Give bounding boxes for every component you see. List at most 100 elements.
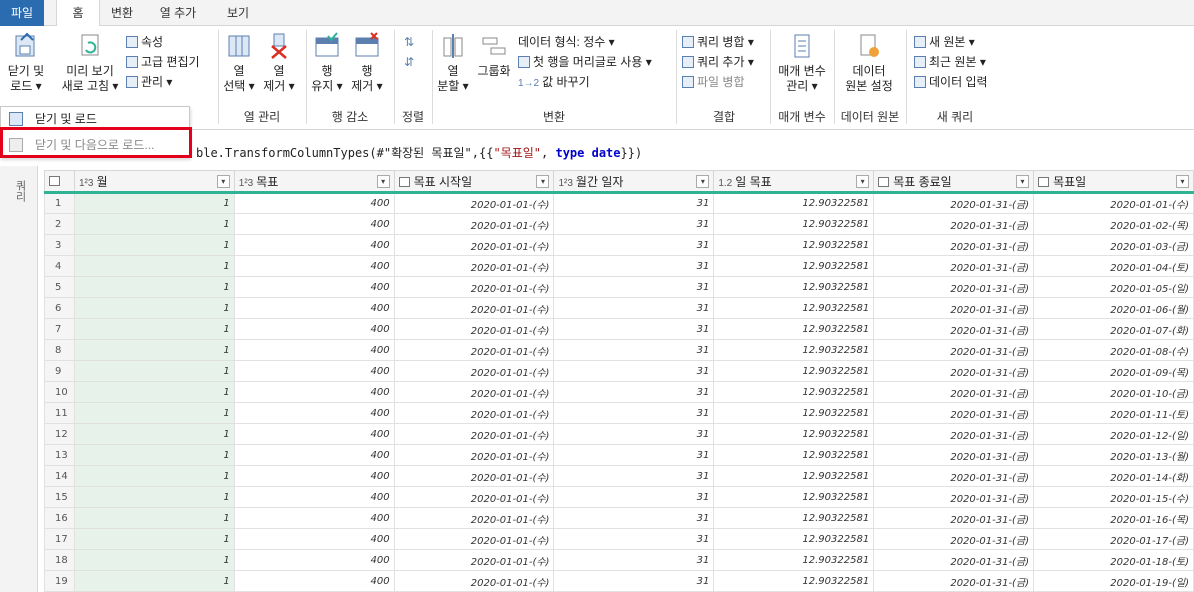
table-cell[interactable]: 31	[553, 276, 715, 298]
table-cell[interactable]: 31	[553, 297, 715, 319]
close-load-button[interactable]: 닫기 및 로드 ▾	[2, 32, 50, 94]
row-number[interactable]: 1	[44, 192, 75, 214]
table-cell[interactable]: 1	[73, 255, 235, 277]
table-cell[interactable]: 2020-01-01-(수)	[393, 570, 555, 592]
table-cell[interactable]: 400	[233, 444, 395, 466]
table-cell[interactable]: 2020-01-07-(화)	[1033, 318, 1194, 340]
data-source-settings-button[interactable]: 데이터 원본 설정	[838, 32, 900, 94]
table-cell[interactable]: 1	[73, 297, 235, 319]
table-cell[interactable]: 400	[233, 339, 395, 361]
row-number[interactable]: 13	[44, 444, 75, 466]
row-number[interactable]: 19	[44, 570, 75, 592]
table-cell[interactable]: 2020-01-19-(일)	[1033, 570, 1194, 592]
table-cell[interactable]: 400	[233, 528, 395, 550]
properties-button[interactable]: 속성	[126, 34, 163, 50]
table-cell[interactable]: 1	[73, 360, 235, 382]
table-cell[interactable]: 400	[233, 381, 395, 403]
table-cell[interactable]: 2020-01-15-(수)	[1033, 486, 1194, 508]
column-header[interactable]: 1²3 월 ▾	[73, 170, 235, 194]
table-cell[interactable]: 400	[233, 402, 395, 424]
table-cell[interactable]: 31	[553, 549, 715, 571]
table-cell[interactable]: 12.90322581	[713, 528, 875, 550]
table-cell[interactable]: 31	[553, 213, 715, 235]
type-icon[interactable]: 1²3	[558, 178, 572, 189]
calendar-icon[interactable]	[398, 176, 410, 187]
first-row-header-button[interactable]: 첫 행을 머리글로 사용 ▾	[518, 54, 652, 70]
table-cell[interactable]: 2020-01-01-(수)	[393, 486, 555, 508]
data-grid[interactable]: 1²3 월 ▾ 1²3 목표 ▾ 목표 시작일 ▾ 1²3 월간 일자 ▾ 1.2 일 목표 ▾ 목표 종료…	[44, 170, 1194, 592]
table-cell[interactable]: 400	[233, 570, 395, 592]
table-cell[interactable]: 2020-01-31-(금)	[873, 444, 1035, 466]
queries-pane[interactable]: 쿼리	[0, 166, 38, 592]
row-number[interactable]: 17	[44, 528, 75, 550]
table-cell[interactable]: 1	[73, 528, 235, 550]
table-cell[interactable]: 400	[233, 423, 395, 445]
group-by-button[interactable]: 그룹화	[474, 32, 514, 79]
type-icon[interactable]: 1²3	[79, 178, 93, 189]
combine-files-button[interactable]: 파일 병합	[682, 74, 745, 90]
tab-view[interactable]: 보기	[216, 0, 260, 26]
type-icon[interactable]: 1.2	[718, 178, 732, 189]
table-cell[interactable]: 31	[553, 192, 715, 214]
table-cell[interactable]: 2020-01-01-(수)	[393, 402, 555, 424]
table-cell[interactable]: 1	[73, 402, 235, 424]
table-cell[interactable]: 400	[233, 297, 395, 319]
remove-rows-button[interactable]: 행 제거 ▾	[350, 32, 384, 94]
table-cell[interactable]: 2020-01-31-(금)	[873, 297, 1035, 319]
table-cell[interactable]: 31	[553, 255, 715, 277]
table-cell[interactable]: 2020-01-31-(금)	[873, 255, 1035, 277]
table-cell[interactable]: 12.90322581	[713, 549, 875, 571]
table-cell[interactable]: 2020-01-01-(수)	[393, 528, 555, 550]
table-cell[interactable]: 2020-01-01-(수)	[393, 297, 555, 319]
table-cell[interactable]: 2020-01-31-(금)	[873, 423, 1035, 445]
column-header[interactable]: 1.2 일 목표 ▾	[713, 170, 875, 194]
calendar-icon[interactable]	[878, 176, 890, 187]
refresh-preview-button[interactable]: 미리 보기 새로 고침 ▾	[58, 32, 122, 94]
table-cell[interactable]: 2020-01-01-(수)	[393, 381, 555, 403]
table-cell[interactable]: 12.90322581	[713, 213, 875, 235]
table-cell[interactable]: 2020-01-31-(금)	[873, 549, 1035, 571]
table-cell[interactable]: 2020-01-31-(금)	[873, 360, 1035, 382]
table-cell[interactable]: 1	[73, 444, 235, 466]
table-cell[interactable]: 31	[553, 570, 715, 592]
table-cell[interactable]: 2020-01-09-(목)	[1033, 360, 1194, 382]
table-cell[interactable]: 2020-01-31-(금)	[873, 234, 1035, 256]
table-cell[interactable]: 2020-01-16-(목)	[1033, 507, 1194, 529]
table-cell[interactable]: 2020-01-31-(금)	[873, 486, 1035, 508]
filter-dropdown-icon[interactable]: ▾	[1176, 175, 1189, 188]
keep-rows-button[interactable]: 행 유지 ▾	[310, 32, 344, 94]
table-cell[interactable]: 2020-01-14-(화)	[1033, 465, 1194, 487]
tab-file[interactable]: 파일	[0, 0, 44, 26]
table-cell[interactable]: 2020-01-01-(수)	[393, 507, 555, 529]
table-cell[interactable]: 12.90322581	[713, 255, 875, 277]
table-cell[interactable]: 2020-01-31-(금)	[873, 381, 1035, 403]
table-cell[interactable]: 2020-01-31-(금)	[873, 402, 1035, 424]
table-cell[interactable]: 2020-01-31-(금)	[873, 276, 1035, 298]
table-cell[interactable]: 400	[233, 234, 395, 256]
table-cell[interactable]: 12.90322581	[713, 318, 875, 340]
table-cell[interactable]: 2020-01-05-(일)	[1033, 276, 1194, 298]
column-header[interactable]: 1²3 목표 ▾	[233, 170, 395, 194]
table-cell[interactable]: 2020-01-01-(수)	[393, 444, 555, 466]
table-cell[interactable]: 2020-01-02-(목)	[1033, 213, 1194, 235]
table-menu-button[interactable]	[44, 170, 75, 194]
table-cell[interactable]: 2020-01-31-(금)	[873, 465, 1035, 487]
table-cell[interactable]: 400	[233, 549, 395, 571]
table-cell[interactable]: 2020-01-01-(수)	[393, 276, 555, 298]
manage-button[interactable]: 관리 ▾	[126, 74, 172, 90]
table-cell[interactable]: 12.90322581	[713, 507, 875, 529]
new-source-button[interactable]: 새 원본 ▾	[914, 34, 975, 50]
table-cell[interactable]: 12.90322581	[713, 339, 875, 361]
table-cell[interactable]: 400	[233, 276, 395, 298]
table-cell[interactable]: 2020-01-01-(수)	[393, 318, 555, 340]
table-cell[interactable]: 2020-01-01-(수)	[1033, 192, 1194, 214]
table-cell[interactable]: 31	[553, 423, 715, 445]
split-column-button[interactable]: 열 분할 ▾	[436, 32, 470, 94]
table-cell[interactable]: 1	[73, 234, 235, 256]
remove-columns-button[interactable]: 열 제거 ▾	[262, 32, 296, 94]
table-cell[interactable]: 400	[233, 360, 395, 382]
table-cell[interactable]: 1	[73, 570, 235, 592]
table-cell[interactable]: 2020-01-31-(금)	[873, 192, 1035, 214]
table-cell[interactable]: 1	[73, 192, 235, 214]
type-icon[interactable]: 1²3	[239, 178, 253, 189]
